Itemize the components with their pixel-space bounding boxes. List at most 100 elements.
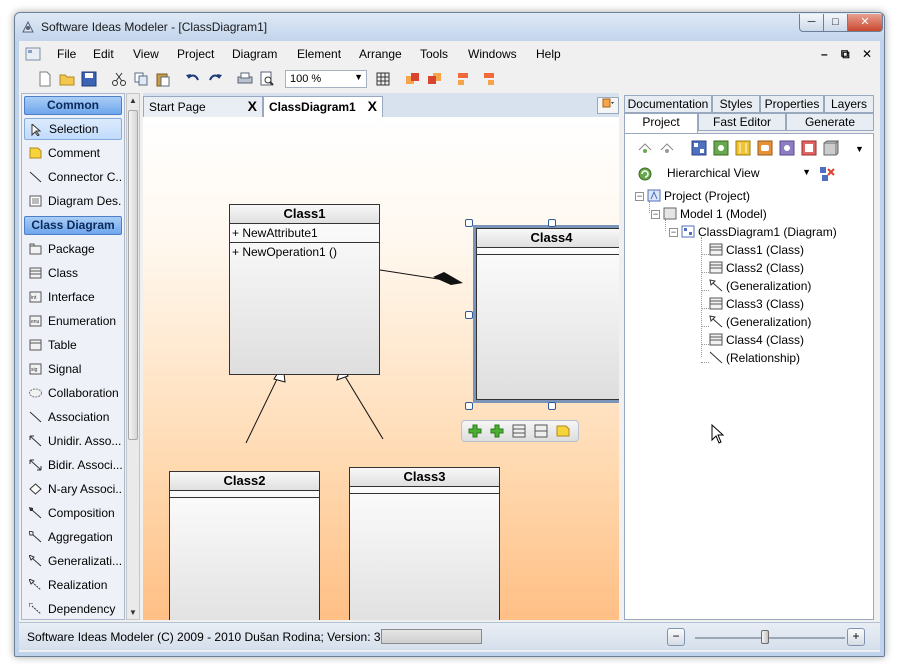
deployment-diagram-icon[interactable] [823, 140, 839, 156]
add-element-icon[interactable] [637, 140, 653, 156]
tab-start-page[interactable]: Start Page X [143, 96, 263, 117]
toolbox-scrollbar[interactable]: ▲ ▼ [126, 93, 140, 620]
tree-node-diagram[interactable]: ClassDiagram1 (Diagram) [681, 224, 837, 240]
tree-node-generalization-1[interactable]: (Generalization) [709, 278, 811, 294]
menu-element[interactable]: Element [297, 47, 341, 61]
tool-composition[interactable]: Composition [24, 502, 122, 524]
align-right-icon[interactable] [479, 71, 495, 87]
title-bar[interactable]: Software Ideas Modeler - [ClassDiagram1]… [15, 13, 884, 41]
resize-handle-n[interactable] [548, 219, 556, 227]
copy-icon[interactable] [133, 71, 149, 87]
undo-icon[interactable] [185, 71, 201, 87]
mdi-restore-button[interactable]: ⧉ [841, 47, 850, 62]
tool-package[interactable]: Package [24, 238, 122, 260]
tree-node-class3[interactable]: Class3 (Class) [709, 296, 804, 312]
remove-element-icon[interactable] [659, 140, 675, 156]
add-attribute-icon[interactable] [468, 424, 482, 438]
menu-edit[interactable]: Edit [93, 47, 114, 61]
view-mode-combo[interactable]: Hierarchical View ▼ [663, 165, 813, 183]
tool-diagram-description[interactable]: Diagram Des... [24, 190, 122, 212]
tool-dependency[interactable]: Dependency [24, 598, 122, 620]
tool-aggregation[interactable]: Aggregation [24, 526, 122, 548]
refresh-icon[interactable] [637, 166, 653, 182]
tool-enumeration[interactable]: enu Enumeration [24, 310, 122, 332]
paste-icon[interactable] [155, 71, 171, 87]
menu-arrange[interactable]: Arrange [359, 47, 402, 61]
add-comment-icon[interactable] [556, 424, 570, 438]
tab-classdiagram1[interactable]: ClassDiagram1 X [263, 96, 383, 117]
mdi-minimize-button[interactable]: – [821, 47, 828, 61]
generalization-line-class3[interactable] [342, 372, 384, 440]
tool-connector[interactable]: Connector C... [24, 166, 122, 188]
class-box-class3[interactable]: Class3 [349, 467, 500, 620]
tab-layers[interactable]: Layers [824, 95, 874, 113]
tool-bidirectional-association[interactable]: Bidir. Associ... [24, 454, 122, 476]
zoom-slider-track[interactable] [695, 637, 845, 639]
print-icon[interactable] [237, 71, 253, 87]
tab-properties[interactable]: Properties [760, 95, 824, 113]
tree-expander[interactable]: − [669, 228, 678, 237]
tool-realization[interactable]: Realization [24, 574, 122, 596]
toolbox-group-common[interactable]: Common [24, 96, 122, 115]
scrollbar-thumb[interactable] [128, 110, 138, 440]
minimize-button[interactable]: ─ [799, 14, 824, 32]
tree-node-class2[interactable]: Class2 (Class) [709, 260, 804, 276]
tool-association[interactable]: Association [24, 406, 122, 428]
grid-icon[interactable] [375, 71, 391, 87]
resize-handle-sw[interactable] [465, 402, 473, 410]
tool-collaboration[interactable]: Collaboration [24, 382, 122, 404]
operations-compartment-icon[interactable] [534, 424, 548, 438]
filter-icon[interactable] [819, 166, 835, 182]
menu-file[interactable]: File [57, 47, 76, 61]
tab-project[interactable]: Project [624, 113, 698, 133]
menu-help[interactable]: Help [536, 47, 561, 61]
activity-diagram-icon[interactable] [757, 140, 773, 156]
align-left-icon[interactable] [457, 71, 473, 87]
usecase-diagram-icon[interactable] [713, 140, 729, 156]
tree-node-class4[interactable]: Class4 (Class) [709, 332, 804, 348]
tab-styles[interactable]: Styles [712, 95, 760, 113]
resize-handle-w[interactable] [465, 311, 473, 319]
component-diagram-icon[interactable] [801, 140, 817, 156]
zoom-in-button[interactable]: + [847, 628, 865, 646]
menu-diagram[interactable]: Diagram [232, 47, 277, 61]
send-to-back-icon[interactable] [427, 71, 443, 87]
new-file-icon[interactable] [37, 71, 53, 87]
print-preview-icon[interactable] [259, 71, 275, 87]
class-diagram-icon[interactable] [691, 140, 707, 156]
state-diagram-icon[interactable] [779, 140, 795, 156]
class-operation[interactable]: + NewOperation1 () [230, 243, 379, 261]
tool-comment[interactable]: Comment [24, 142, 122, 164]
zoom-slider-thumb[interactable] [761, 630, 769, 644]
tool-generalization[interactable]: Generalizati... [24, 550, 122, 572]
add-operation-icon[interactable] [490, 424, 504, 438]
generalization-line-class2[interactable] [245, 372, 281, 444]
sequence-diagram-icon[interactable] [735, 140, 751, 156]
tool-unidirectional-association[interactable]: Unidir. Asso... [24, 430, 122, 452]
menu-windows[interactable]: Windows [468, 47, 517, 61]
tool-selection[interactable]: Selection [24, 118, 122, 140]
cut-icon[interactable] [111, 71, 127, 87]
attributes-compartment-icon[interactable] [512, 424, 526, 438]
tree-expander[interactable]: − [651, 210, 660, 219]
bring-to-front-icon[interactable] [405, 71, 421, 87]
more-tools-icon[interactable]: ▼ [855, 144, 864, 154]
close-button[interactable]: ✕ [847, 14, 883, 32]
tab-list-button[interactable] [597, 97, 619, 114]
resize-handle-s[interactable] [548, 402, 556, 410]
tree-node-generalization-2[interactable]: (Generalization) [709, 314, 811, 330]
tool-interface[interactable]: int Interface [24, 286, 122, 308]
redo-icon[interactable] [207, 71, 223, 87]
tree-expander[interactable]: − [635, 192, 644, 201]
tab-documentation[interactable]: Documentation [624, 95, 712, 113]
maximize-button[interactable]: □ [823, 14, 848, 32]
save-icon[interactable] [81, 71, 97, 87]
zoom-out-button[interactable]: − [667, 628, 685, 646]
class-box-class1[interactable]: Class1 + NewAttribute1 + NewOperation1 (… [229, 204, 380, 375]
tree-node-relationship[interactable]: (Relationship) [709, 350, 800, 366]
tree-node-class1[interactable]: Class1 (Class) [709, 242, 804, 258]
tool-class[interactable]: Class [24, 262, 122, 284]
open-folder-icon[interactable] [59, 71, 75, 87]
class-box-class2[interactable]: Class2 [169, 471, 320, 620]
diagram-canvas[interactable]: Class1 + NewAttribute1 + NewOperation1 (… [143, 117, 619, 620]
